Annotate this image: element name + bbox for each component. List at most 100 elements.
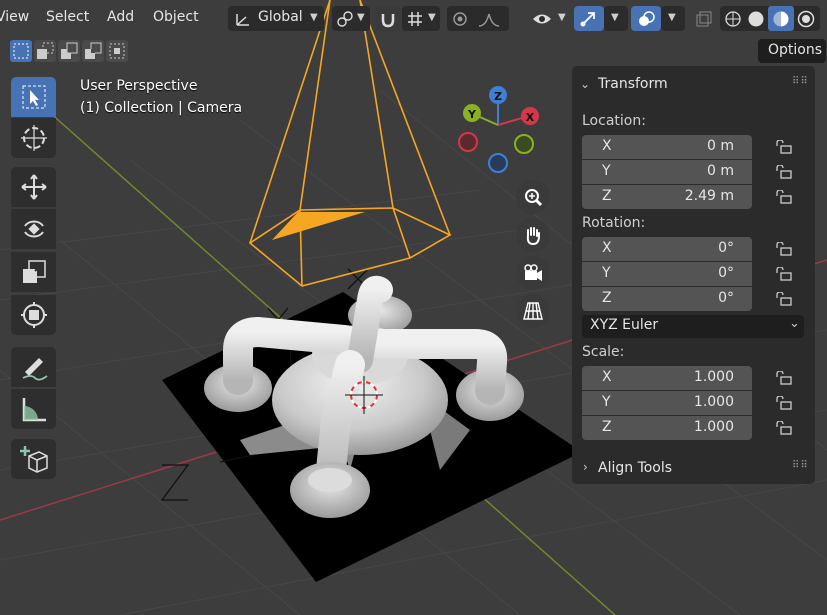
snap-grid-icon [408, 12, 422, 26]
location-y-value: 0 m [707, 163, 734, 179]
visibility-dropdown[interactable]: ▼ [528, 6, 570, 31]
material-shading-button[interactable] [768, 6, 794, 31]
scale-x-field[interactable]: X 1.000 [582, 366, 752, 390]
perspective-toggle-button[interactable] [516, 294, 550, 328]
select-subtract-icon [61, 42, 78, 59]
navigation-gizmo[interactable]: Z X Y [450, 80, 550, 180]
select-extend-icon [37, 42, 54, 59]
gizmo-toggle[interactable] [574, 6, 604, 31]
viewport-header: View Select Add Object Global ▼ ▼ ▼ ▼ ▼ … [0, 0, 827, 38]
menu-view[interactable]: View [0, 9, 29, 25]
rotate-icon [24, 220, 44, 238]
lock-scale-x-icon[interactable] [775, 371, 793, 385]
rotation-z-field[interactable]: Z 0° [582, 287, 752, 311]
location-z-field[interactable]: Z 2.49 m [582, 185, 752, 209]
select-invert-mode-button[interactable] [82, 40, 104, 62]
options-button[interactable]: Options [758, 39, 826, 63]
rotation-y-value: 0° [718, 265, 734, 281]
gizmo-z-label: Z [494, 90, 502, 103]
lock-rotation-x-icon[interactable] [775, 242, 793, 256]
chevron-down-icon: ▼ [558, 12, 566, 23]
rotation-label: Rotation: [582, 215, 646, 231]
gizmo-dropdown[interactable]: ▼ [604, 6, 628, 31]
wireframe-shading-icon[interactable] [723, 9, 743, 29]
scale-z-field[interactable]: Z 1.000 [582, 416, 752, 440]
proportional-editing[interactable] [447, 6, 509, 31]
scale-label: Scale: [582, 344, 625, 360]
scale-icon [23, 260, 46, 283]
transform-orientation-dropdown[interactable]: Global ▼ [228, 6, 324, 31]
orientation-icon [236, 14, 249, 26]
scale-y-field[interactable]: Y 1.000 [582, 391, 752, 415]
rendered-shading-icon[interactable] [796, 9, 816, 29]
select-intersect-mode-button[interactable] [106, 40, 128, 62]
lock-location-z-icon[interactable] [775, 190, 793, 204]
snap-toggle[interactable] [376, 6, 400, 31]
move-tool[interactable] [11, 167, 56, 207]
transform-panel-header[interactable]: Transform [598, 76, 668, 92]
rotation-x-value: 0° [718, 240, 734, 256]
pivot-icon [337, 11, 353, 27]
chevron-down-icon: ▼ [611, 12, 619, 23]
drag-handle-icon[interactable]: ⠿⠿ [792, 76, 809, 87]
lock-location-x-icon[interactable] [775, 140, 793, 154]
rotation-x-field[interactable]: X 0° [582, 237, 752, 261]
add-cube-tool[interactable] [11, 439, 56, 479]
location-y-field[interactable]: Y 0 m [582, 160, 752, 184]
chevron-down-icon: ⌄ [789, 316, 800, 331]
chevron-right-icon[interactable]: › [583, 460, 588, 474]
chevron-down-icon: ▼ [428, 12, 436, 23]
zoom-icon [525, 189, 543, 207]
select-box-tool[interactable] [11, 77, 56, 117]
cursor-tool[interactable] [11, 118, 56, 158]
xray-toggle[interactable] [692, 6, 716, 31]
overlays-dropdown[interactable]: ▼ [661, 6, 685, 31]
select-extend-mode-button[interactable] [34, 40, 56, 62]
view-name-label: User Perspective [80, 78, 198, 94]
overlays-toggle[interactable] [631, 6, 661, 31]
menu-select[interactable]: Select [46, 9, 89, 25]
rotate-tool[interactable] [11, 209, 56, 249]
select-intersect-icon [109, 43, 125, 59]
select-subtract-mode-button[interactable] [58, 40, 80, 62]
zoom-button[interactable] [516, 180, 550, 214]
drag-handle-icon[interactable]: ⠿⠿ [792, 460, 809, 471]
rotation-mode-dropdown[interactable]: XYZ Euler ⌄ [582, 315, 804, 338]
lock-scale-y-icon[interactable] [775, 396, 793, 410]
menu-object[interactable]: Object [153, 9, 199, 25]
lock-rotation-z-icon[interactable] [775, 292, 793, 306]
gizmo-y-label: Y [467, 108, 477, 121]
solid-shading-icon[interactable] [746, 9, 766, 29]
magnet-icon [381, 14, 395, 28]
align-tools-panel-header[interactable]: Align Tools [598, 460, 672, 476]
chevron-down-icon[interactable]: ⌄ [580, 77, 590, 91]
rotation-y-field[interactable]: Y 0° [582, 262, 752, 286]
pan-button[interactable] [516, 218, 550, 252]
select-new-icon [13, 43, 29, 59]
rotation-mode-value: XYZ Euler [590, 317, 659, 333]
annotate-tool[interactable] [11, 347, 56, 387]
snap-target-dropdown[interactable]: ▼ [402, 6, 440, 31]
measure-tool[interactable] [11, 389, 56, 429]
options-label: Options [768, 42, 823, 58]
ruler-icon [22, 398, 46, 422]
select-new-mode-button[interactable] [10, 40, 32, 62]
location-x-field[interactable]: X 0 m [582, 135, 752, 159]
eye-icon [533, 14, 551, 24]
scale-x-axis: X [602, 369, 612, 385]
move-arrows-icon [21, 174, 47, 200]
pivot-point-dropdown[interactable]: ▼ [332, 6, 370, 31]
lock-rotation-y-icon[interactable] [775, 267, 793, 281]
proportional-icon [453, 12, 467, 26]
scale-tool[interactable] [11, 252, 56, 292]
transform-tool[interactable] [11, 295, 56, 335]
location-label: Location: [582, 113, 646, 129]
location-x-value: 0 m [707, 138, 734, 154]
menu-add[interactable]: Add [107, 9, 134, 25]
lock-scale-z-icon[interactable] [775, 421, 793, 435]
3d-cursor-icon [21, 125, 47, 151]
lock-location-y-icon[interactable] [775, 165, 793, 179]
overlays-icon [639, 11, 655, 26]
camera-view-button[interactable] [516, 256, 550, 290]
orientation-label: Global [258, 9, 303, 25]
